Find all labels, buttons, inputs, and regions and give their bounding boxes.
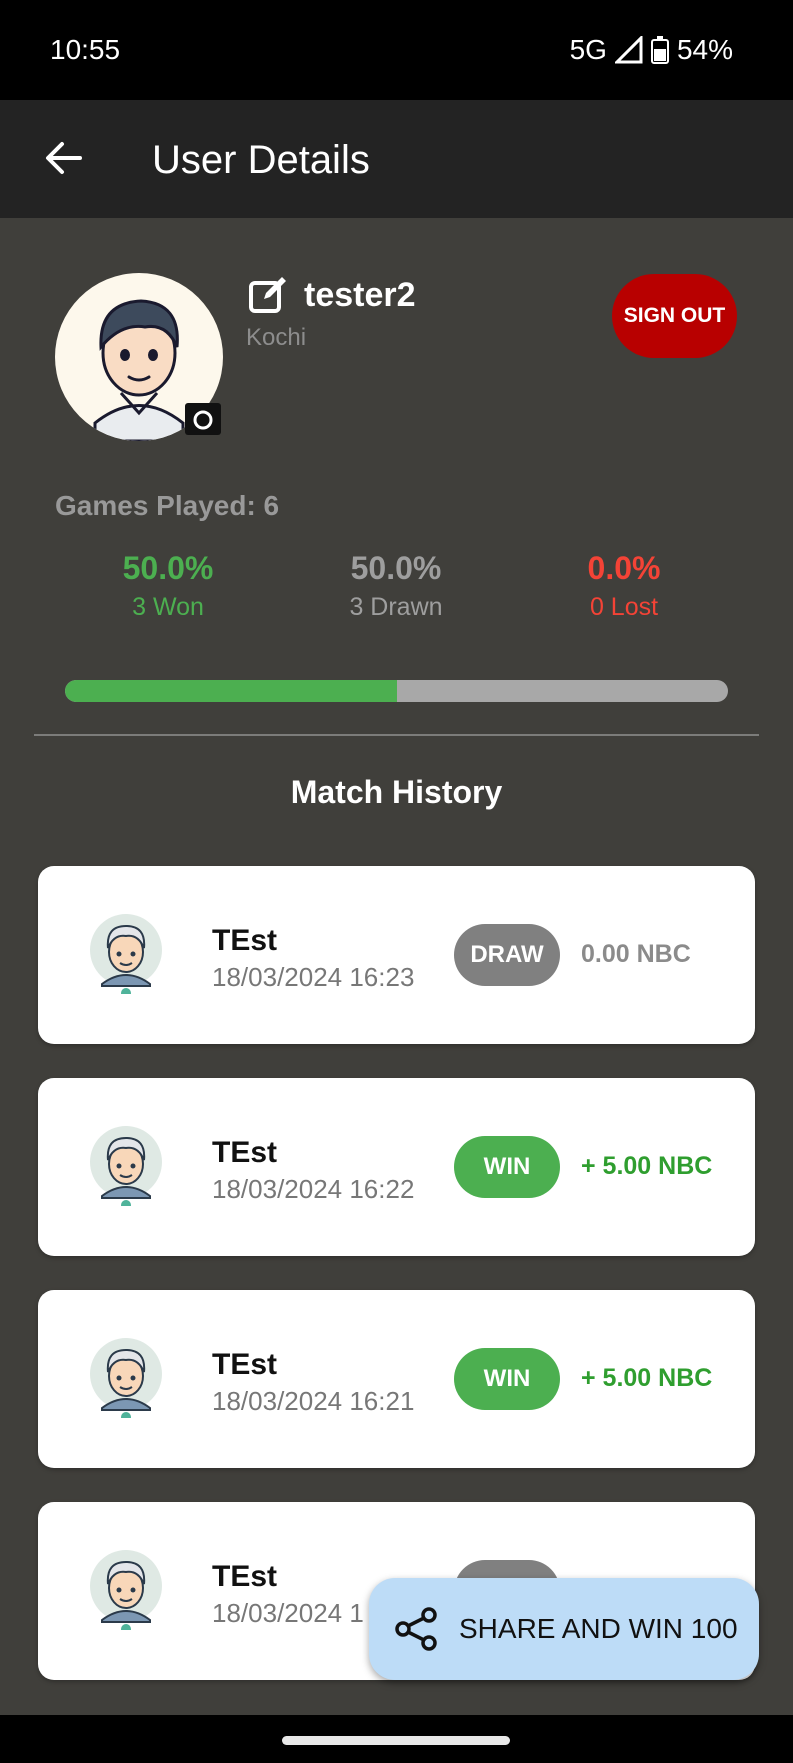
stat-won: 50.0% 3 Won <box>58 550 278 622</box>
won-count: 3 Won <box>132 593 204 621</box>
match-date: 18/03/2024 16:22 <box>212 1174 415 1204</box>
progress-won-fill <box>65 680 397 702</box>
camera-icon <box>193 410 213 430</box>
won-percentage: 50.0% <box>122 550 214 586</box>
opponent-name: TEst <box>212 924 278 957</box>
username: tester2 <box>304 276 416 314</box>
signal-icon <box>614 36 643 64</box>
match-card[interactable]: TEst 18/03/2024 16:21 WIN + 5.00 NBC <box>38 1290 755 1468</box>
user-location: Kochi <box>246 324 307 351</box>
match-card[interactable]: TEst 18/03/2024 16:23 DRAW 0.00 NBC <box>38 866 755 1044</box>
match-date: 18/03/2024 1 <box>212 1598 364 1628</box>
opponent-avatar <box>88 1126 164 1210</box>
home-indicator[interactable] <box>282 1736 510 1745</box>
network-label: 5G <box>569 34 607 65</box>
status-bar: 10:55 5G 54% <box>0 0 793 100</box>
edit-icon[interactable] <box>248 275 288 315</box>
stat-drawn: 50.0% 3 Drawn <box>286 550 506 622</box>
opponent-avatar <box>88 1550 164 1634</box>
battery-level: 54% <box>676 34 733 65</box>
match-history-title: Match History <box>290 774 503 810</box>
arrow-left-icon <box>46 142 82 174</box>
match-amount: 0.00 NBC <box>581 940 691 968</box>
drawn-percentage: 50.0% <box>350 550 442 586</box>
results-progress-bar <box>65 680 728 702</box>
lost-count: 0 Lost <box>589 593 659 621</box>
page-title: User Details <box>152 138 370 182</box>
match-amount: + 5.00 NBC <box>581 1152 713 1180</box>
status-time: 10:55 <box>50 34 121 65</box>
match-date: 18/03/2024 16:21 <box>212 1386 415 1416</box>
lost-percentage: 0.0% <box>587 550 661 586</box>
back-button[interactable] <box>36 130 92 186</box>
opponent-name: TEst <box>212 1348 278 1381</box>
drawn-count: 3 Drawn <box>349 593 443 621</box>
sign-out-button[interactable]: SIGN OUT <box>612 274 737 358</box>
share-and-win-button[interactable]: SHARE AND WIN 100 <box>369 1578 759 1680</box>
share-label: SHARE AND WIN 100 <box>459 1613 738 1644</box>
share-icon <box>395 1607 437 1651</box>
divider <box>34 734 759 736</box>
opponent-avatar <box>88 914 164 998</box>
opponent-name: TEst <box>212 1560 278 1593</box>
games-played: Games Played: 6 <box>55 490 280 521</box>
app-bar: User Details <box>0 100 793 218</box>
change-photo-button[interactable] <box>185 403 221 435</box>
stat-lost: 0.0% 0 Lost <box>514 550 734 622</box>
status-indicators: 5G 54% <box>570 34 733 66</box>
opponent-name: TEst <box>212 1136 278 1169</box>
opponent-avatar <box>88 1338 164 1422</box>
result-badge: WIN <box>454 1136 560 1198</box>
battery-icon <box>650 36 669 64</box>
match-date: 18/03/2024 16:23 <box>212 962 415 992</box>
match-amount: + 5.00 NBC <box>581 1364 713 1392</box>
match-card[interactable]: TEst 18/03/2024 16:22 WIN + 5.00 NBC <box>38 1078 755 1256</box>
result-badge: DRAW <box>454 924 560 986</box>
result-badge: WIN <box>454 1348 560 1410</box>
user-details-content[interactable]: tester2 Kochi SIGN OUT Games Played: 6 5… <box>0 218 793 1715</box>
